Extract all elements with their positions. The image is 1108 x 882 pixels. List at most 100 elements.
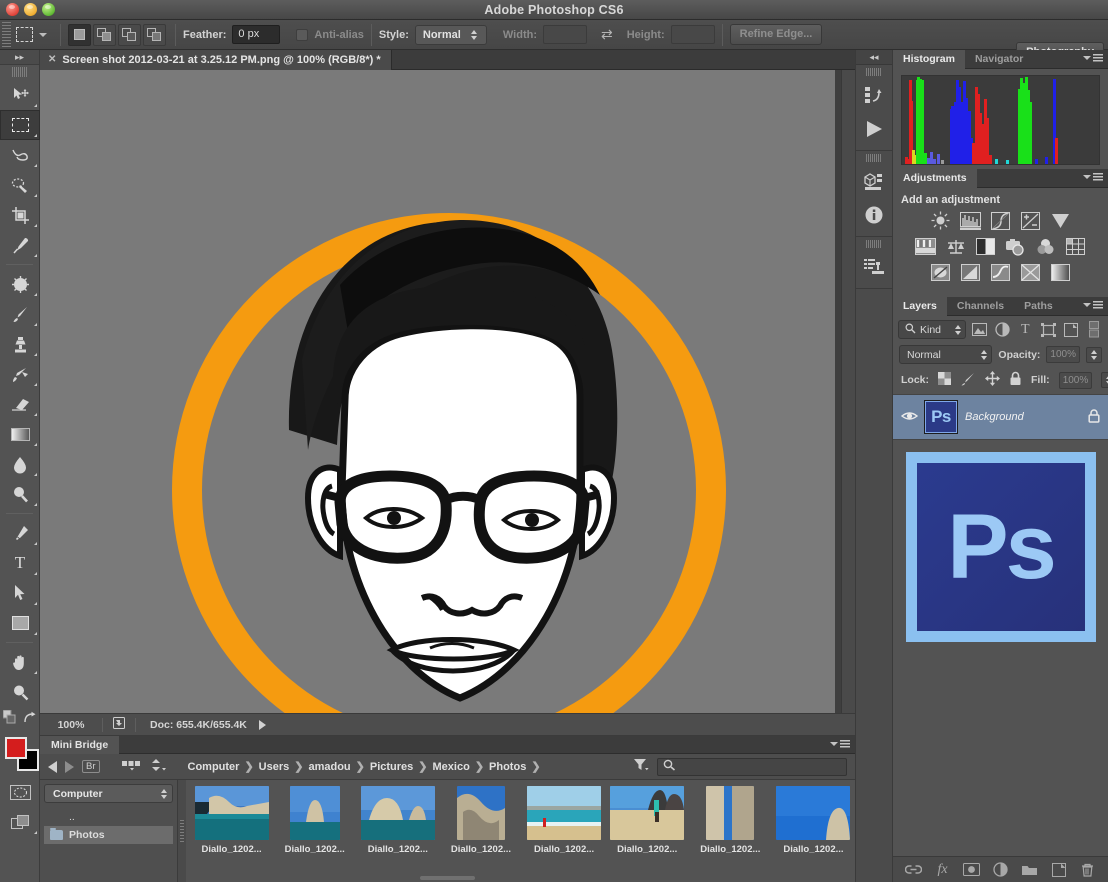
toolbar-grip[interactable] [11,67,28,77]
table-row[interactable]: Ps Background [893,394,1108,440]
tool-presets-icon[interactable] [856,250,892,284]
lock-transparent-pixels-icon[interactable] [938,372,952,388]
pen-tool[interactable] [0,518,40,548]
rectangle-tool[interactable] [0,608,40,638]
zoom-level-field[interactable]: 100% [40,719,102,731]
thumbnail-image[interactable] [610,786,685,840]
lock-position-icon[interactable] [985,371,1001,389]
document-icon[interactable] [103,717,135,732]
refine-edge-button[interactable]: Refine Edge... [729,24,823,45]
new-layer-icon[interactable] [1049,860,1069,880]
levels-icon[interactable] [960,211,981,230]
brightness-contrast-icon[interactable] [930,211,951,230]
location-combo[interactable]: Computer [44,784,173,803]
type-layers-icon[interactable]: T [1016,320,1035,339]
rectangular-marquee-tool[interactable] [0,110,40,140]
opacity-value[interactable]: 100% [1046,346,1080,363]
quick-mask-mode-button[interactable] [0,777,40,807]
canvas-area[interactable] [40,70,855,713]
filter-toggle-icon[interactable] [1084,320,1103,339]
panel-menu-icon[interactable] [1083,301,1103,309]
color-balance-icon[interactable] [945,237,966,256]
opacity-stepper[interactable] [1086,346,1102,363]
default-colors-icon[interactable] [2,709,18,728]
layer-thumbnail[interactable]: Ps [924,400,958,434]
clone-stamp-tool[interactable] [0,329,40,359]
invert-icon[interactable] [930,263,951,282]
list-item[interactable]: Diallo_1202... [772,786,855,882]
layer-name[interactable]: Background [965,411,1081,423]
color-lookup-icon[interactable] [1065,237,1086,256]
history-brush-tool[interactable] [0,359,40,389]
layer-style-fx-icon[interactable]: fx [933,860,953,880]
tab-layers[interactable]: Layers [893,297,947,316]
gradient-map-icon[interactable] [1050,263,1071,282]
breadcrumb[interactable]: Computer ❯ Users ❯ amadou ❯ Pictures ❯ M… [188,760,541,774]
brush-tool[interactable] [0,299,40,329]
screen-mode-button[interactable] [0,807,40,837]
hand-tool[interactable] [0,647,40,677]
forward-arrow-icon[interactable] [65,760,74,773]
layer-mask-icon[interactable] [962,860,982,880]
history-icon[interactable] [856,78,892,112]
threshold-icon[interactable] [990,263,1011,282]
spot-healing-brush-tool[interactable] [0,269,40,299]
panel-menu-icon[interactable] [830,740,850,748]
lasso-tool[interactable] [0,140,40,170]
curves-icon[interactable] [990,211,1011,230]
list-item[interactable]: Diallo_1202... [356,786,439,882]
list-item[interactable]: Diallo_1202... [439,786,522,882]
close-icon[interactable]: ✕ [48,50,56,70]
eye-icon[interactable] [900,410,919,425]
dock-grip[interactable] [866,154,882,162]
options-bar-grip[interactable] [2,21,11,48]
hue-saturation-icon[interactable] [915,237,936,256]
mini-bridge-splitter[interactable] [178,780,186,882]
style-select[interactable]: Normal [414,24,487,45]
width-input[interactable] [543,25,587,44]
list-item[interactable]: Diallo_1202... [606,786,689,882]
pixel-layers-icon[interactable] [970,320,989,339]
document-canvas[interactable] [40,70,835,713]
breadcrumb-item-pictures[interactable]: Pictures [370,761,413,773]
breadcrumb-item-photos[interactable]: Photos [489,761,526,773]
tree-item-parent[interactable]: .. [44,808,173,826]
breadcrumb-item-computer[interactable]: Computer [188,761,240,773]
eyedropper-tool[interactable] [0,230,40,260]
color-swatches[interactable] [0,735,40,777]
back-arrow-icon[interactable] [48,760,57,773]
breadcrumb-item-users[interactable]: Users [259,761,290,773]
view-thumbnails-icon[interactable] [121,759,142,774]
tab-mini-bridge[interactable]: Mini Bridge [40,736,120,754]
adjustment-layers-icon[interactable] [993,320,1012,339]
canvas-vertical-scrollbar[interactable] [841,70,855,713]
dock-grip[interactable] [866,68,882,76]
tab-adjustments[interactable]: Adjustments [893,169,977,188]
black-white-icon[interactable] [975,237,996,256]
dodge-tool[interactable] [0,479,40,509]
zoom-tool[interactable] [0,677,40,707]
tab-navigator[interactable]: Navigator [965,50,1033,69]
eraser-tool[interactable] [0,389,40,419]
thumbnail-image[interactable] [527,786,602,840]
lock-all-icon[interactable] [1009,371,1022,389]
subtract-from-selection-button[interactable] [118,23,141,46]
photo-filter-icon[interactable] [1005,237,1026,256]
blend-mode-select[interactable]: Normal [899,345,993,364]
exposure-icon[interactable] [1020,211,1041,230]
list-item[interactable]: Diallo_1202... [190,786,273,882]
chevron-down-icon[interactable] [39,32,47,37]
collapse-toolbar-button[interactable]: ▸▸ [0,50,39,65]
anti-alias-checkbox[interactable] [296,28,309,41]
thumbnail-image[interactable] [706,786,755,840]
search-input[interactable] [657,757,847,776]
new-fill-adjustment-icon[interactable] [991,860,1011,880]
thumbnail-image[interactable] [360,786,435,840]
filter-icon[interactable] [633,758,649,775]
lock-icon[interactable] [1088,408,1100,426]
list-item[interactable]: Diallo_1202... [689,786,772,882]
gradient-tool[interactable] [0,419,40,449]
breadcrumb-item-mexico[interactable]: Mexico [433,761,470,773]
panel-menu-icon[interactable] [1083,173,1103,181]
horizontal-type-tool[interactable]: T [0,548,40,578]
